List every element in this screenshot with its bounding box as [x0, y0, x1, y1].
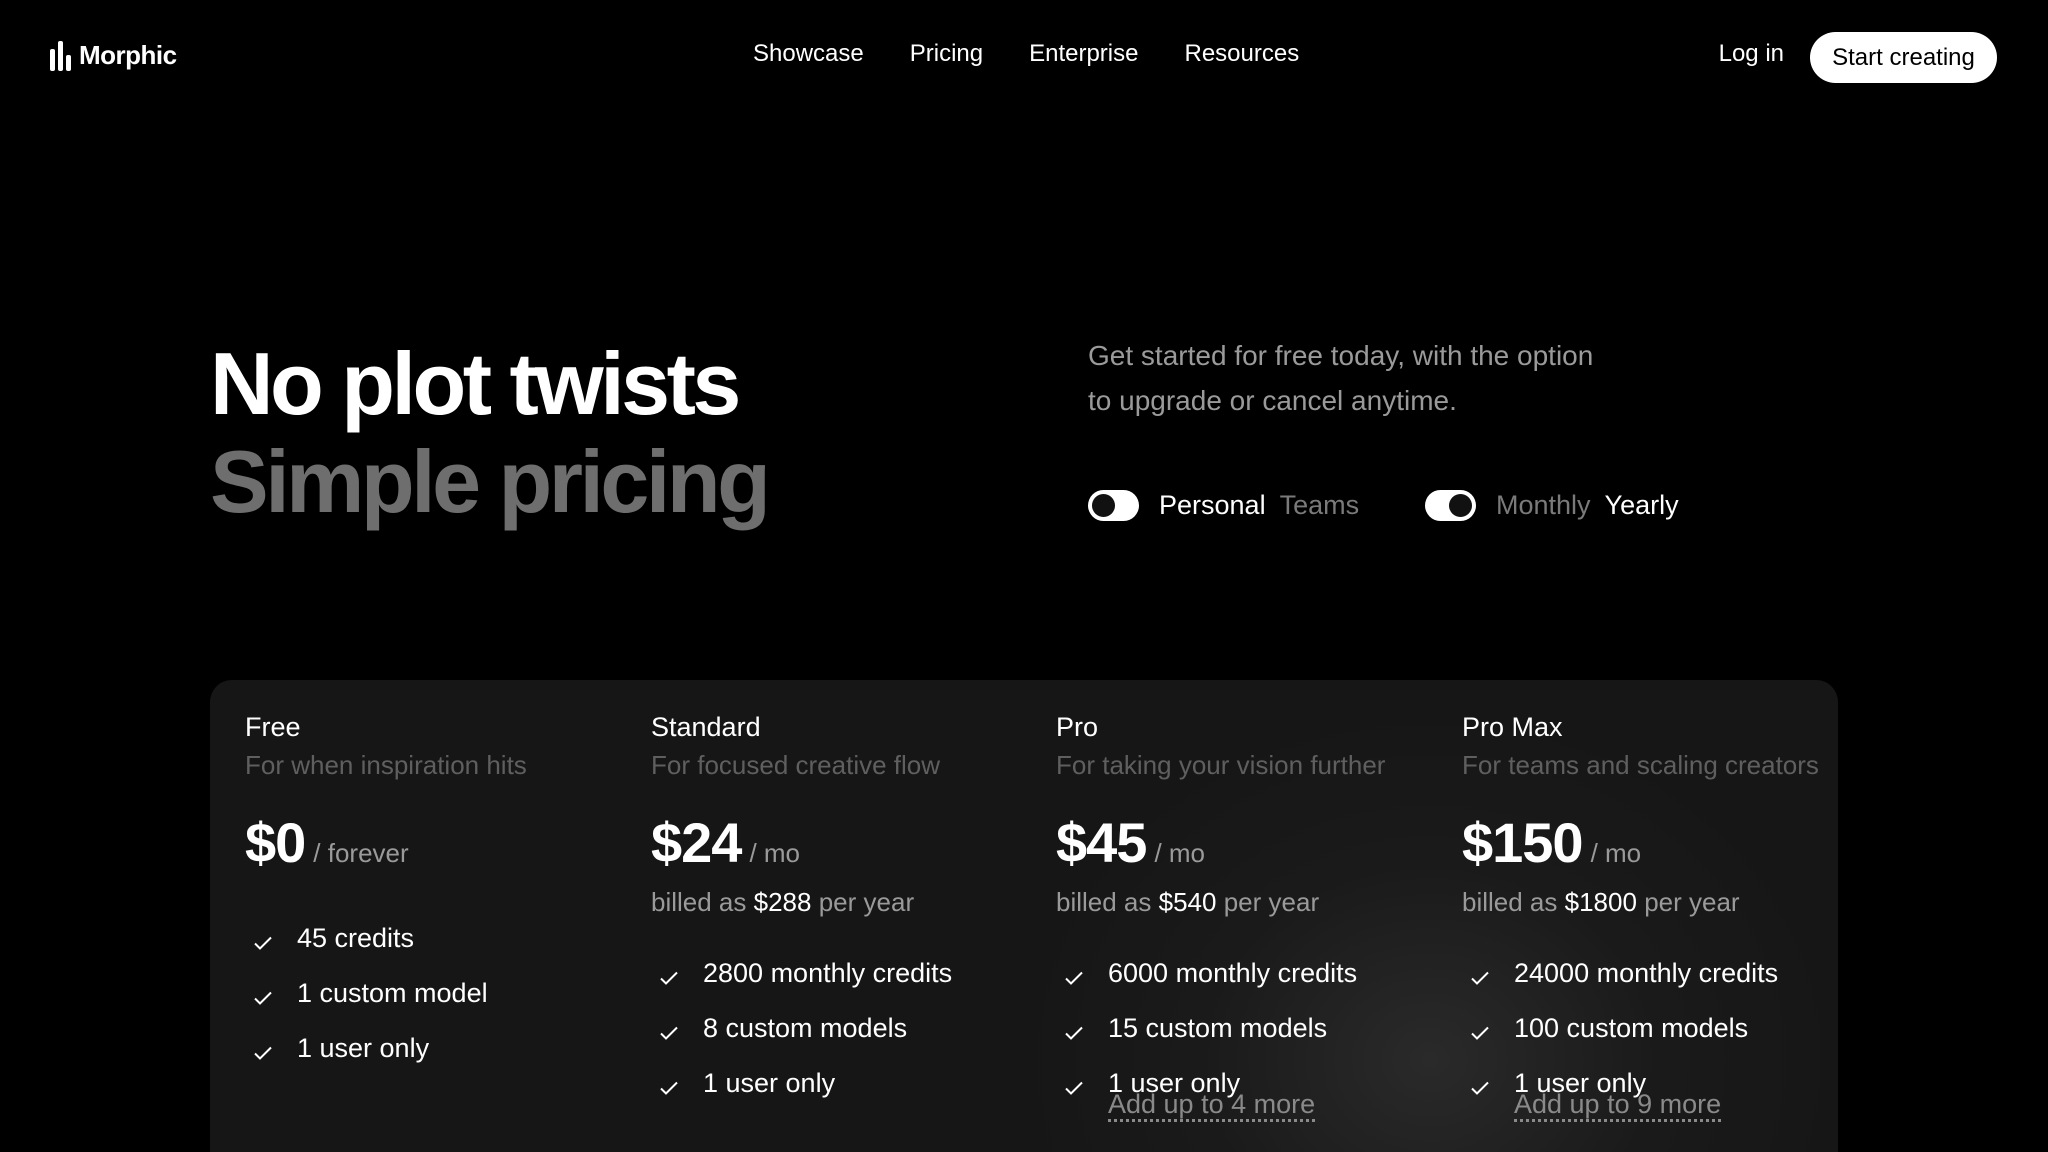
billing-option-monthly[interactable]: Monthly	[1496, 490, 1591, 521]
billed-amount: $288	[753, 887, 812, 917]
billed-prefix: billed as	[651, 887, 747, 917]
check-icon	[1471, 1026, 1489, 1040]
feature-text: 2800 monthly credits	[703, 958, 953, 988]
plan-price-row: $150 / mo	[1462, 810, 1641, 875]
plan-name: Pro Max	[1462, 712, 1563, 742]
plan-billed-note: billed as $288 per year	[651, 887, 914, 918]
plan-billed-note: billed as $540 per year	[1056, 887, 1319, 918]
check-icon	[254, 1046, 272, 1060]
plan-period: / mo	[1154, 838, 1206, 868]
plan-price: $150	[1462, 811, 1584, 874]
plan-price: $0	[245, 811, 306, 874]
plan-billed-note: billed as $1800 per year	[1462, 887, 1740, 918]
feature-text: 1 user only	[703, 1068, 836, 1098]
nav-link-showcase[interactable]: Showcase	[753, 40, 864, 68]
check-icon	[660, 971, 678, 985]
billed-prefix: billed as	[1056, 887, 1152, 917]
billing-toggle-group: Monthly Yearly	[1425, 490, 1679, 521]
plan-features: 2800 monthly credits 8 custom models 1 u…	[651, 958, 952, 1123]
billing-option-yearly[interactable]: Yearly	[1605, 490, 1679, 521]
pricing-panel: Free For when inspiration hits $0 / fore…	[210, 680, 1838, 1152]
top-nav: Morphic Showcase Pricing Enterprise Reso…	[0, 0, 2048, 114]
check-icon	[660, 1026, 678, 1040]
plan-name: Free	[245, 712, 301, 742]
feature-text: 6000 monthly credits	[1108, 958, 1358, 988]
audience-toggle-group: Personal Teams	[1088, 490, 1359, 521]
plan-price-row: $45 / mo	[1056, 810, 1205, 875]
hero-subtitle-line1: Get started for free today, with the opt…	[1088, 340, 1594, 371]
nav-link-enterprise[interactable]: Enterprise	[1029, 40, 1138, 68]
add-users-link[interactable]: Add up to 9 more	[1514, 1089, 1722, 1122]
check-icon	[660, 1081, 678, 1095]
nav-link-pricing[interactable]: Pricing	[910, 40, 983, 68]
billed-amount: $540	[1158, 887, 1217, 917]
check-icon	[1065, 1081, 1083, 1095]
feature-item: 45 credits	[245, 923, 488, 978]
plan-price-row: $0 / forever	[245, 810, 409, 875]
feature-text: 8 custom models	[703, 1013, 908, 1043]
nav-link-resources[interactable]: Resources	[1184, 40, 1299, 68]
plan-price: $45	[1056, 811, 1147, 874]
check-icon	[254, 991, 272, 1005]
feature-text: 1 custom model	[297, 978, 488, 1008]
feature-text: 45 credits	[297, 923, 415, 953]
plan-tagline: For focused creative flow	[651, 750, 941, 780]
nav-links: Showcase Pricing Enterprise Resources	[753, 40, 1299, 68]
add-users-link[interactable]: Add up to 4 more	[1108, 1089, 1316, 1122]
billed-prefix: billed as	[1462, 887, 1558, 917]
feature-item: 2800 monthly credits	[651, 958, 952, 1013]
hero-title-line2: Simple pricing	[210, 432, 771, 531]
plan-tagline: For when inspiration hits	[245, 750, 527, 780]
billed-suffix: per year	[818, 887, 915, 917]
audience-option-teams[interactable]: Teams	[1280, 490, 1360, 521]
feature-item: 6000 monthly credits	[1056, 958, 1357, 1013]
logo-text: Morphic	[79, 40, 177, 70]
plan-period: / forever	[313, 838, 409, 868]
feature-item: 24000 monthly credits	[1462, 958, 1778, 1013]
plan-name: Standard	[651, 712, 761, 742]
feature-item: 1 user only	[245, 1033, 488, 1088]
check-icon	[1471, 1081, 1489, 1095]
logo[interactable]: Morphic	[50, 40, 177, 71]
plan-features: 45 credits 1 custom model 1 user only	[245, 923, 488, 1088]
audience-option-personal[interactable]: Personal	[1159, 490, 1266, 521]
billed-suffix: per year	[1644, 887, 1740, 917]
hero-subtitle-line2: to upgrade or cancel anytime.	[1088, 385, 1457, 416]
plan-name: Pro	[1056, 712, 1099, 742]
plan-period: / mo	[1590, 838, 1642, 868]
feature-item: 15 custom models	[1056, 1013, 1357, 1068]
hero-subtitle: Get started for free today, with the opt…	[1088, 333, 1688, 423]
check-icon	[1065, 971, 1083, 985]
check-icon	[1471, 971, 1489, 985]
feature-item: 100 custom models	[1462, 1013, 1778, 1068]
feature-item: 1 custom model	[245, 978, 488, 1033]
hero-title-line1: No plot twists	[210, 334, 741, 433]
feature-text: 15 custom models	[1108, 1013, 1328, 1043]
feature-text: 1 user only	[297, 1033, 430, 1063]
check-icon	[1065, 1026, 1083, 1040]
check-icon	[254, 936, 272, 950]
audience-toggle[interactable]	[1088, 490, 1139, 521]
feature-item: 8 custom models	[651, 1013, 952, 1068]
plan-period: / mo	[749, 838, 801, 868]
logo-icon	[50, 40, 71, 71]
start-creating-button[interactable]: Start creating	[1810, 32, 1997, 83]
hero-title: No plot twists Simple pricing	[210, 334, 771, 531]
billing-toggle[interactable]	[1425, 490, 1476, 521]
login-link[interactable]: Log in	[1719, 40, 1784, 68]
feature-item: 1 user only	[651, 1068, 952, 1123]
plan-price-row: $24 / mo	[651, 810, 800, 875]
feature-text: 100 custom models	[1514, 1013, 1749, 1043]
plan-tagline: For taking your vision further	[1056, 750, 1386, 780]
plan-tagline: For teams and scaling creators	[1462, 750, 1819, 780]
billed-amount: $1800	[1564, 887, 1637, 917]
feature-text: 24000 monthly credits	[1514, 958, 1779, 988]
billed-suffix: per year	[1223, 887, 1320, 917]
plan-price: $24	[651, 811, 742, 874]
